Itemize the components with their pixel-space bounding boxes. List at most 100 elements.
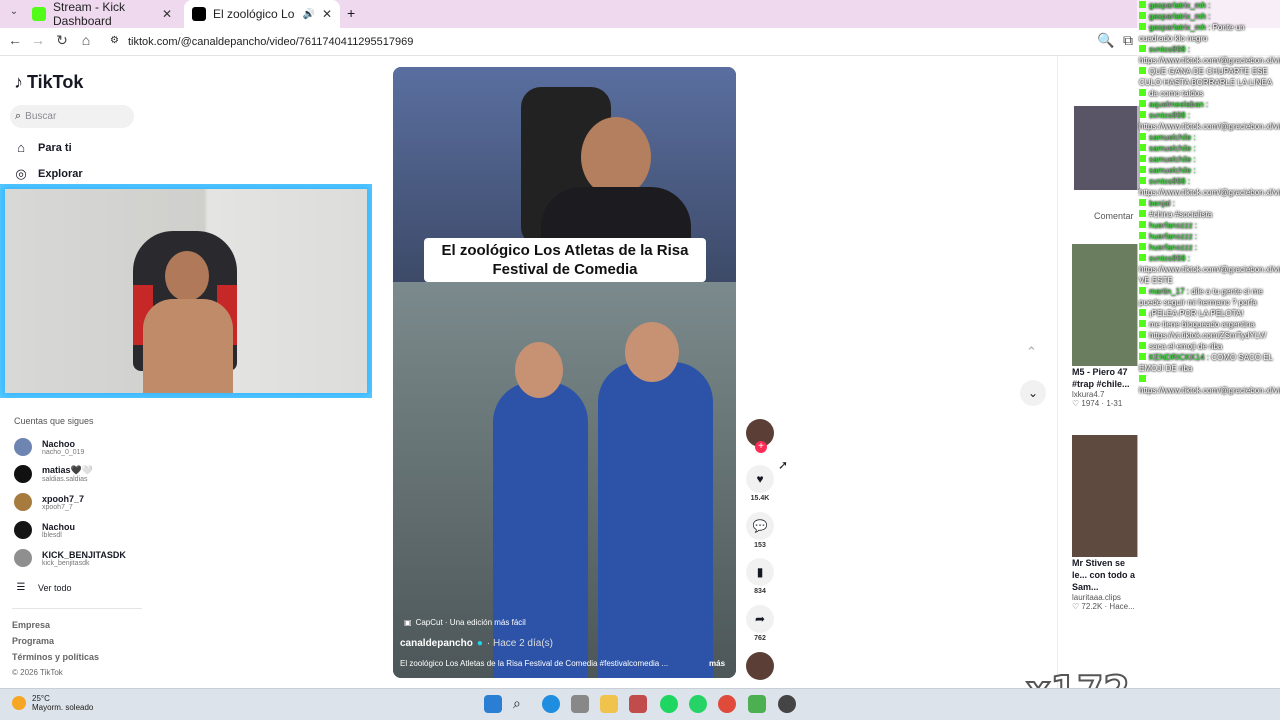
account-item[interactable]: matias🖤🤍 saldias.saldias — [14, 465, 93, 483]
whatsapp-icon[interactable] — [689, 695, 707, 713]
xbox-icon[interactable] — [748, 695, 766, 713]
kick-badge-icon — [1139, 342, 1146, 349]
capcut-label: CapCut · Una edición más fácil — [415, 618, 526, 627]
person-head — [165, 251, 209, 301]
recommended-video-card[interactable]: Mr Stiven se le... con todo a Sam... lau… — [1072, 435, 1138, 611]
creator-thumbnail[interactable] — [1074, 106, 1140, 190]
url-text: tiktok.com/@canaldepancho/video/76117404… — [128, 36, 414, 48]
author-avatar-button[interactable]: + — [746, 419, 774, 453]
more-button[interactable]: más — [709, 659, 725, 668]
address-bar[interactable]: ⚙ tiktok.com/@canaldepancho/video/761174… — [104, 31, 1144, 53]
windows-start-icon[interactable] — [484, 695, 502, 713]
follow-plus-icon[interactable]: + — [755, 441, 767, 453]
tab-kick-dashboard[interactable]: Stream - Kick Dashboard ✕ — [24, 0, 180, 28]
nav-para-ti[interactable]: ⌂ Para ti — [14, 141, 72, 155]
browser-toolbar: ← → ↻ ⌂ ⚙ tiktok.com/@canaldepancho/vide… — [0, 28, 1280, 56]
video-player[interactable] — [393, 67, 736, 678]
tiktok-note-icon: ♪ — [14, 72, 23, 92]
logo-text: TikTok — [27, 72, 84, 92]
weather-widget[interactable]: 25°C Mayorm. soleado — [12, 694, 93, 712]
chevron-up-icon[interactable]: ⌃ — [1026, 344, 1037, 360]
account-item[interactable]: Nachoo nacho_0_019 — [14, 438, 84, 456]
chat-message: saca el emoji de riba — [1137, 341, 1280, 352]
heart-icon: ♡ — [1072, 602, 1080, 611]
bookmark-icon: ▮ — [746, 558, 774, 586]
comments-tab[interactable]: Comentar — [1094, 211, 1134, 221]
account-item[interactable]: KICK_BENJITASDK kick_benjitasdk — [14, 549, 126, 567]
back-icon[interactable]: ← — [5, 32, 25, 48]
tiktok-logo[interactable]: ♪ TikTok — [14, 72, 83, 93]
folder-icon[interactable] — [600, 695, 618, 713]
nav-explorar[interactable]: ◎ Explorar — [14, 166, 83, 181]
tab-tiktok-video[interactable]: El zoológico Los Atletas de 🔊 ✕ — [184, 0, 340, 28]
search-icon: ⌕ — [15, 110, 22, 122]
like-button[interactable]: ♥ 15.4K — [746, 465, 774, 502]
spotify-icon[interactable] — [660, 695, 678, 713]
zoom-icon[interactable]: 🔍 — [1096, 32, 1116, 49]
kick-badge-icon — [1139, 254, 1146, 261]
chat-username: aquelmeelaban : — [1149, 100, 1209, 109]
close-icon[interactable]: ✕ — [162, 7, 172, 21]
store-icon[interactable] — [571, 695, 589, 713]
search-icon[interactable]: ⌕ — [513, 695, 531, 713]
edge-icon[interactable] — [542, 695, 560, 713]
search-input[interactable]: ⌕ Buscar — [10, 105, 134, 128]
kick-badge-icon — [1139, 166, 1146, 173]
home-icon[interactable]: ⌂ — [76, 32, 96, 48]
chat-message: svntos898 : https://www.tiktok.com/@grac… — [1137, 253, 1280, 286]
recommended-video-card[interactable]: M5 - Piero 47 #trap #chile... lxkura4.7 … — [1072, 244, 1138, 408]
footer-link[interactable]: Programa — [12, 636, 54, 646]
chat-username: samuelchile : — [1149, 133, 1196, 142]
account-handle: kick_benjitasdk — [42, 559, 90, 567]
save-button[interactable]: ▮ 834 — [746, 558, 774, 595]
chat-message: svntos898 : https://www.tiktok.com/@grac… — [1137, 44, 1280, 66]
obs-icon[interactable] — [778, 695, 796, 713]
account-item[interactable]: Nachou lblesdl — [14, 521, 75, 539]
tab-search-icon[interactable]: ⌄ — [4, 6, 24, 17]
tab-strip: ⌄ Stream - Kick Dashboard ✕ El zoológico… — [0, 0, 1280, 28]
account-item[interactable]: xpooh7_7 xpooh7_7 — [14, 493, 84, 511]
install-icon[interactable]: ⧉ — [1118, 32, 1138, 49]
kick-badge-icon — [1139, 287, 1146, 294]
person-body — [143, 299, 233, 393]
site-info-icon[interactable]: ⚙ — [110, 35, 119, 46]
music-disc-button[interactable] — [746, 652, 774, 680]
reload-icon[interactable]: ↻ — [52, 32, 72, 49]
speaker-icon[interactable]: 🔊 — [302, 9, 314, 20]
footer-link[interactable]: Empresa — [12, 620, 50, 630]
nav-label: Explorar — [38, 168, 83, 180]
comment-button[interactable]: 💬 153 — [746, 512, 774, 549]
chat-username: KENDRICKK14 : — [1149, 353, 1212, 362]
close-icon[interactable]: ✕ — [322, 7, 332, 21]
account-handle: saldias.saldias — [42, 476, 88, 483]
home-icon: ⌂ — [17, 140, 25, 155]
kick-badge-icon — [1139, 12, 1146, 19]
chat-message: https://vt.tiktok.com/ZSmTydYLV/ — [1137, 330, 1280, 341]
heart-icon: ♥ — [746, 465, 774, 493]
forward-icon[interactable]: → — [28, 32, 48, 48]
chat-message: martin_17 : dile a tu gente si me puede … — [1137, 286, 1280, 308]
chat-username: gasparlatrix_mh : — [1149, 1, 1211, 10]
comedian-right-head — [625, 322, 679, 382]
app-icon[interactable] — [629, 695, 647, 713]
chat-username: gasparlatrix_mh : — [1149, 12, 1211, 21]
chevron-down-icon[interactable]: ⌄ — [1020, 380, 1046, 406]
video-author[interactable]: canaldepancho ● · Hace 2 día(s) — [400, 638, 553, 649]
chat-message: da como taldos — [1137, 88, 1280, 99]
account-name: matias🖤🤍 — [42, 465, 93, 475]
chat-username: martin_17 : — [1149, 287, 1192, 296]
chat-username: svntos898 : — [1149, 45, 1190, 54]
chrome-icon[interactable] — [718, 695, 736, 713]
footer-link[interactable]: Términos y políticas — [12, 652, 99, 662]
see-all-button[interactable]: ☰ Ver todo — [14, 581, 72, 595]
comment-count: 153 — [754, 542, 766, 549]
new-tab-button[interactable]: + — [347, 5, 355, 21]
kick-badge-icon — [1139, 309, 1146, 316]
chat-message: svntos898 : https://www.tiktok.com/@grac… — [1137, 110, 1280, 132]
kick-badge-icon — [1139, 100, 1146, 107]
chat-message: me tiene bloqueado argentina — [1137, 319, 1280, 330]
account-name: Nachou — [42, 521, 76, 532]
capcut-tag[interactable]: ▣ CapCut · Una edición más fácil — [404, 618, 526, 627]
compass-icon: ◎ — [15, 166, 27, 181]
share-button[interactable]: ➦ 762 — [746, 605, 774, 642]
